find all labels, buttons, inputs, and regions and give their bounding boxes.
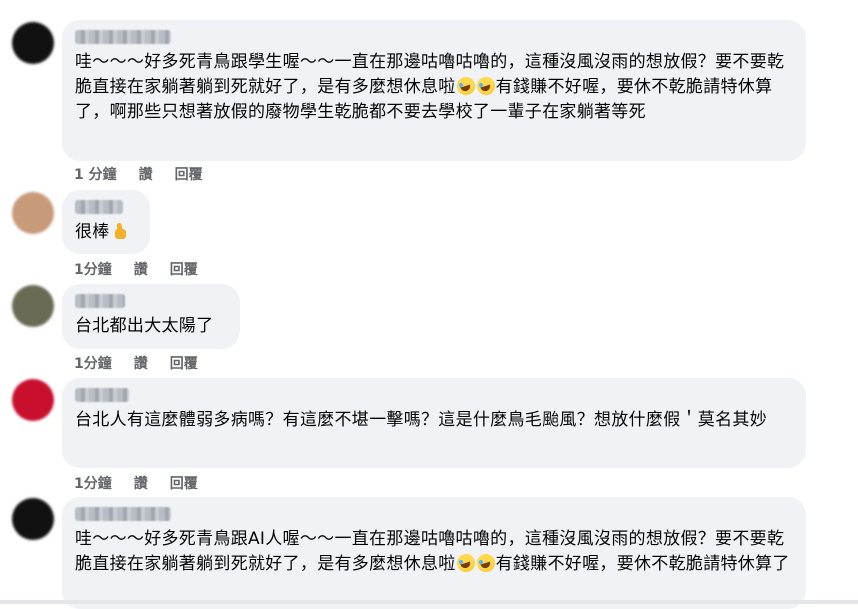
comment-bubble: 哇～～～好多死青鳥跟AI人喔～～一直在那邊咕嚕咕嚕的，這種沒風沒雨的想放假？要不… — [62, 497, 806, 609]
comment-bubble: 台北都出大太陽了 — [62, 284, 240, 349]
comment-meta: 1分鐘 讚 回覆 — [74, 259, 198, 279]
timestamp[interactable]: 1分鐘 — [74, 353, 112, 373]
comment-meta: 1分鐘 讚 回覆 — [74, 473, 198, 493]
bottom-divider — [0, 600, 858, 604]
comment-bubble: 台北人有這麼體弱多病嗎？有這麼不堪一擊嗎？這是什麼鳥毛颱風？想放什麼假＇莫名其妙 — [62, 378, 806, 468]
laugh-emoji-icon — [476, 554, 495, 572]
thumbs-up-icon — [111, 222, 129, 240]
author-name-blurred[interactable] — [75, 200, 123, 214]
comment-bubble: 哇～～～好多死青鳥跟學生喔～～一直在那邊咕嚕咕嚕的，這種沒風沒雨的想放假？要不要… — [62, 20, 806, 161]
avatar[interactable] — [12, 285, 54, 327]
avatar[interactable] — [12, 379, 54, 421]
comment-text: 台北都出大太陽了 — [75, 316, 214, 336]
timestamp[interactable]: 1分鐘 — [74, 259, 112, 279]
author-name-blurred[interactable] — [75, 507, 171, 521]
reply-link[interactable]: 回覆 — [170, 353, 198, 373]
comment-text: 哇～～～好多死青鳥跟學生喔～～一直在那邊咕嚕咕嚕的，這種沒風沒雨的想放假？要不要… — [75, 52, 785, 122]
laugh-emoji-icon — [456, 554, 475, 572]
avatar[interactable] — [12, 192, 54, 234]
timestamp[interactable]: 1分鐘 — [74, 473, 112, 493]
comment-text: 哇～～～好多死青鳥跟AI人喔～～一直在那邊咕嚕咕嚕的，這種沒風沒雨的想放假？要不… — [75, 529, 790, 574]
like-link[interactable]: 讚 — [134, 353, 148, 373]
comment-meta: 1分鐘 讚 回覆 — [74, 353, 198, 373]
reply-link[interactable]: 回覆 — [175, 164, 203, 184]
laugh-emoji-icon — [456, 77, 475, 95]
reply-link[interactable]: 回覆 — [170, 473, 198, 493]
laugh-emoji-icon — [476, 77, 495, 95]
avatar[interactable] — [12, 22, 54, 64]
author-name-blurred[interactable] — [75, 294, 125, 308]
like-link[interactable]: 讚 — [134, 259, 148, 279]
timestamp[interactable]: 1 分鐘 — [74, 164, 117, 184]
author-name-blurred[interactable] — [75, 388, 129, 402]
comment-bubble: 很棒 — [62, 190, 150, 254]
like-link[interactable]: 讚 — [139, 164, 153, 184]
like-link[interactable]: 讚 — [134, 473, 148, 493]
comment-text: 台北人有這麼體弱多病嗎？有這麼不堪一擊嗎？這是什麼鳥毛颱風？想放什麼假＇莫名其妙 — [75, 410, 767, 430]
reply-link[interactable]: 回覆 — [170, 259, 198, 279]
avatar[interactable] — [12, 498, 54, 540]
comment-meta: 1 分鐘 讚 回覆 — [74, 164, 203, 184]
comment-text: 很棒 — [75, 220, 136, 245]
author-name-blurred[interactable] — [75, 30, 171, 44]
